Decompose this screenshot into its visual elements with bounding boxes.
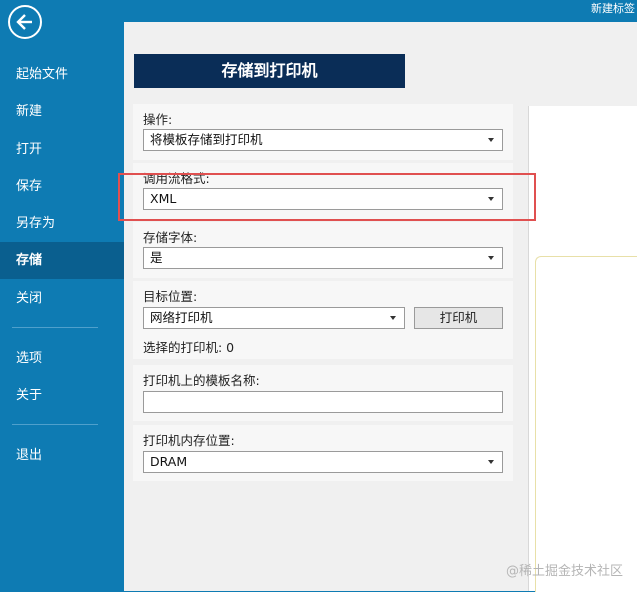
chevron-down-icon [488,138,494,142]
target-value: 网络打印机 [150,310,213,325]
chevron-down-icon [488,197,494,201]
store-fonts-value: 是 [150,250,163,265]
template-name-section: 打印机上的模板名称: [133,365,513,421]
selected-printers-text: 选择的打印机: 0 [143,340,235,355]
operation-section: 操作: 将模板存储到打印机 [133,104,513,160]
memory-value: DRAM [150,454,188,469]
sidebar-item-save[interactable]: 保存 [0,168,124,205]
target-section: 目标位置: 网络打印机 打印机 选择的打印机: 0 [133,281,513,359]
memory-label: 打印机内存位置: [143,433,235,448]
chevron-down-icon [390,316,396,320]
call-format-value: XML [150,191,177,206]
memory-section: 打印机内存位置: DRAM [133,425,513,481]
arrow-left-icon [16,14,32,30]
window-title: 新建标签 [591,2,635,15]
sidebar-item-about[interactable]: 关于 [0,377,124,414]
template-name-input[interactable] [143,391,503,413]
sidebar-item-start[interactable]: 起始文件 [0,56,124,93]
store-fonts-section: 存储字体: 是 [133,222,513,278]
label-preview [535,256,637,592]
sidebar: 起始文件 新建 打开 保存 另存为 存储 关闭 选项 关于 退出 [0,0,124,591]
back-button[interactable] [8,5,42,39]
main-content: 存储到打印机 操作: 将模板存储到打印机 调用流格式: XML 存储字体: 是 … [124,22,637,592]
target-select[interactable]: 网络打印机 [143,307,405,329]
sidebar-item-store[interactable]: 存储 [0,242,124,279]
operation-select[interactable]: 将模板存储到打印机 [143,129,503,151]
operation-label: 操作: [143,112,173,127]
sidebar-item-close[interactable]: 关闭 [0,280,124,317]
call-format-label: 调用流格式: [143,171,210,186]
operation-value: 将模板存储到打印机 [150,132,263,147]
sidebar-item-exit[interactable]: 退出 [0,437,124,474]
sidebar-item-new[interactable]: 新建 [0,93,124,130]
target-label: 目标位置: [143,289,198,304]
sidebar-item-save-as[interactable]: 另存为 [0,205,124,242]
page-title: 存储到打印机 [134,54,405,88]
sidebar-item-open[interactable]: 打开 [0,131,124,168]
store-fonts-label: 存储字体: [143,230,198,245]
sidebar-divider [12,327,98,328]
memory-select[interactable]: DRAM [143,451,503,473]
chevron-down-icon [488,460,494,464]
template-name-label: 打印机上的模板名称: [143,373,260,388]
printer-button[interactable]: 打印机 [414,307,503,329]
sidebar-item-options[interactable]: 选项 [0,340,124,377]
chevron-down-icon [488,256,494,260]
call-format-section: 调用流格式: XML [133,163,513,219]
watermark: @稀土掘金技术社区 [505,564,623,579]
preview-panel [528,106,637,592]
call-format-select[interactable]: XML [143,188,503,210]
store-fonts-select[interactable]: 是 [143,247,503,269]
sidebar-divider [12,424,98,425]
